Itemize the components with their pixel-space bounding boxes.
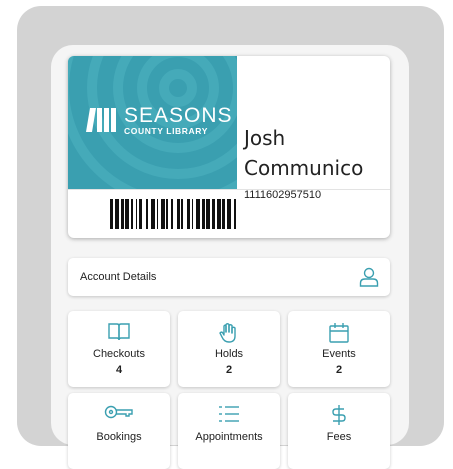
person-icon bbox=[359, 267, 379, 287]
holds-count: 2 bbox=[225, 364, 233, 376]
book-icon bbox=[108, 323, 130, 341]
book-spines-icon bbox=[86, 108, 116, 132]
library-card[interactable]: SEASONS COUNTY LIBRARY Josh Communico 11… bbox=[68, 56, 390, 238]
list-icon bbox=[219, 406, 239, 422]
library-name-sub: COUNTY LIBRARY bbox=[124, 126, 208, 136]
library-name-main: SEASONS bbox=[124, 104, 233, 127]
events-tile[interactable]: Events 2 bbox=[288, 311, 390, 387]
dollar-icon bbox=[332, 405, 346, 425]
checkouts-label: Checkouts bbox=[93, 348, 145, 360]
calendar-icon bbox=[329, 323, 349, 343]
barcode bbox=[110, 199, 236, 229]
fees-tile[interactable]: Fees bbox=[288, 393, 390, 469]
holds-label: Holds bbox=[214, 348, 244, 360]
events-count: 2 bbox=[335, 364, 343, 376]
library-brand-panel: SEASONS COUNTY LIBRARY bbox=[68, 56, 237, 189]
patron-last-name: Communico bbox=[244, 156, 364, 180]
account-details-row[interactable]: Account Details bbox=[68, 258, 390, 296]
holds-tile[interactable]: Holds 2 bbox=[178, 311, 280, 387]
checkouts-count: 4 bbox=[115, 364, 123, 376]
patron-first-name: Josh bbox=[244, 126, 286, 150]
account-details-label: Account Details bbox=[80, 271, 157, 283]
card-divider bbox=[68, 189, 390, 190]
checkouts-tile[interactable]: Checkouts 4 bbox=[68, 311, 170, 387]
fees-label: Fees bbox=[326, 431, 352, 443]
appointments-tile[interactable]: Appointments bbox=[178, 393, 280, 469]
bookings-tile[interactable]: Bookings bbox=[68, 393, 170, 469]
events-label: Events bbox=[322, 348, 356, 360]
library-logo: SEASONS COUNTY LIBRARY bbox=[86, 104, 233, 137]
appointments-label: Appointments bbox=[195, 431, 263, 443]
hand-icon bbox=[219, 323, 236, 343]
bookings-label: Bookings bbox=[96, 431, 142, 443]
key-icon bbox=[104, 405, 133, 419]
